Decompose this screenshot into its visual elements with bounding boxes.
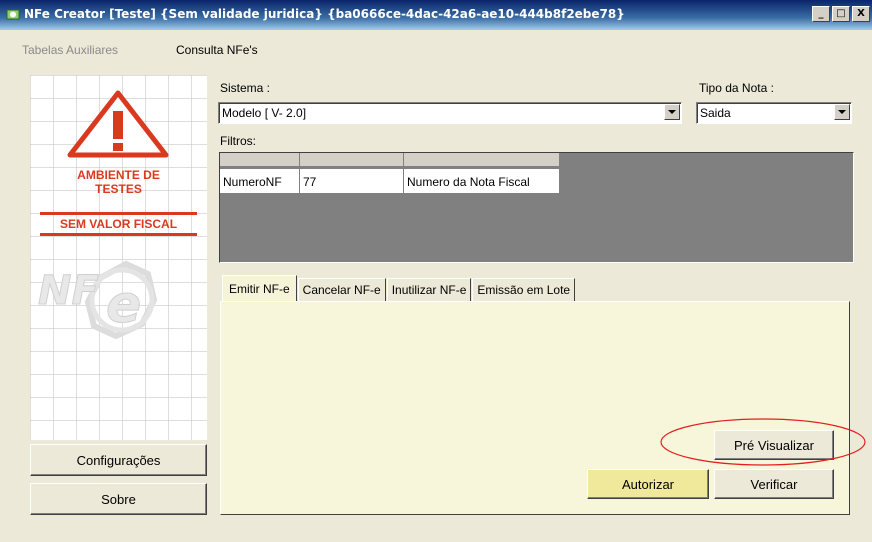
tipo-nota-dropdown-arrow-icon[interactable] <box>834 104 850 120</box>
tipo-nota-label: Tipo da Nota : <box>699 81 774 95</box>
configuracoes-button[interactable]: Configurações <box>30 444 207 476</box>
maximize-button[interactable]: □ <box>832 6 850 22</box>
grid-header-cell <box>404 153 560 167</box>
menu-bar: Tabelas Auxiliares Consulta NFe's <box>0 43 872 63</box>
close-button[interactable]: X <box>852 6 870 22</box>
tab-cancelar-nfe[interactable]: Cancelar NF-e <box>297 278 386 302</box>
window-title: NFe Creator [Teste] {Sem validade juridi… <box>24 7 625 21</box>
sistema-value: Modelo [ V- 2.0] <box>222 106 307 120</box>
verificar-button[interactable]: Verificar <box>714 469 834 499</box>
app-icon <box>6 9 20 20</box>
tab-emitir-nfe[interactable]: Emitir NF-e <box>222 275 297 302</box>
banner-sem-valor-fiscal: SEM VALOR FISCAL <box>40 212 197 236</box>
annotation-ellipse <box>660 418 866 466</box>
table-row[interactable]: NumeroNF 77 Numero da Nota Fiscal <box>220 169 560 193</box>
test-environment-banner: AMBIENTE DE TESTES SEM VALOR FISCAL NF e <box>30 75 207 440</box>
tipo-nota-select[interactable]: Saida <box>696 102 852 124</box>
nfe-logo: NF e <box>38 260 158 340</box>
nfe-logo-text: NF <box>38 268 99 314</box>
sobre-button[interactable]: Sobre <box>30 483 207 515</box>
autorizar-button[interactable]: Autorizar <box>587 469 709 499</box>
grid-header-cell <box>220 153 300 167</box>
grid-header <box>220 153 560 167</box>
grid-header-cell <box>300 153 404 167</box>
tab-inutilizar-nfe[interactable]: Inutilizar NF-e <box>386 278 472 302</box>
minimize-button[interactable]: _ <box>812 6 830 22</box>
filtros-grid[interactable]: NumeroNF 77 Numero da Nota Fiscal <box>219 152 854 263</box>
menu-consulta-nfes[interactable]: Consulta NFe's <box>176 43 258 57</box>
tab-strip: Emitir NF-e Cancelar NF-e Inutilizar NF-… <box>222 275 576 302</box>
sistema-label: Sistema : <box>220 81 271 95</box>
sistema-select[interactable]: Modelo [ V- 2.0] <box>218 102 682 124</box>
title-bar: NFe Creator [Teste] {Sem validade juridi… <box>0 0 872 30</box>
banner-line-ambiente: AMBIENTE DE <box>77 168 160 182</box>
tab-emissao-em-lote[interactable]: Emissão em Lote <box>472 278 576 302</box>
warning-icon <box>67 90 169 158</box>
banner-line-testes: TESTES <box>95 182 142 196</box>
filter-field-name[interactable]: NumeroNF <box>220 169 300 193</box>
sistema-dropdown-arrow-icon[interactable] <box>664 104 680 120</box>
tipo-nota-value: Saida <box>700 106 731 120</box>
menu-tabelas-auxiliares[interactable]: Tabelas Auxiliares <box>22 43 118 57</box>
filtros-label: Filtros: <box>220 134 256 148</box>
filter-value-input[interactable]: 77 <box>300 169 404 193</box>
filter-description[interactable]: Numero da Nota Fiscal <box>404 169 560 193</box>
svg-text:e: e <box>106 275 141 335</box>
